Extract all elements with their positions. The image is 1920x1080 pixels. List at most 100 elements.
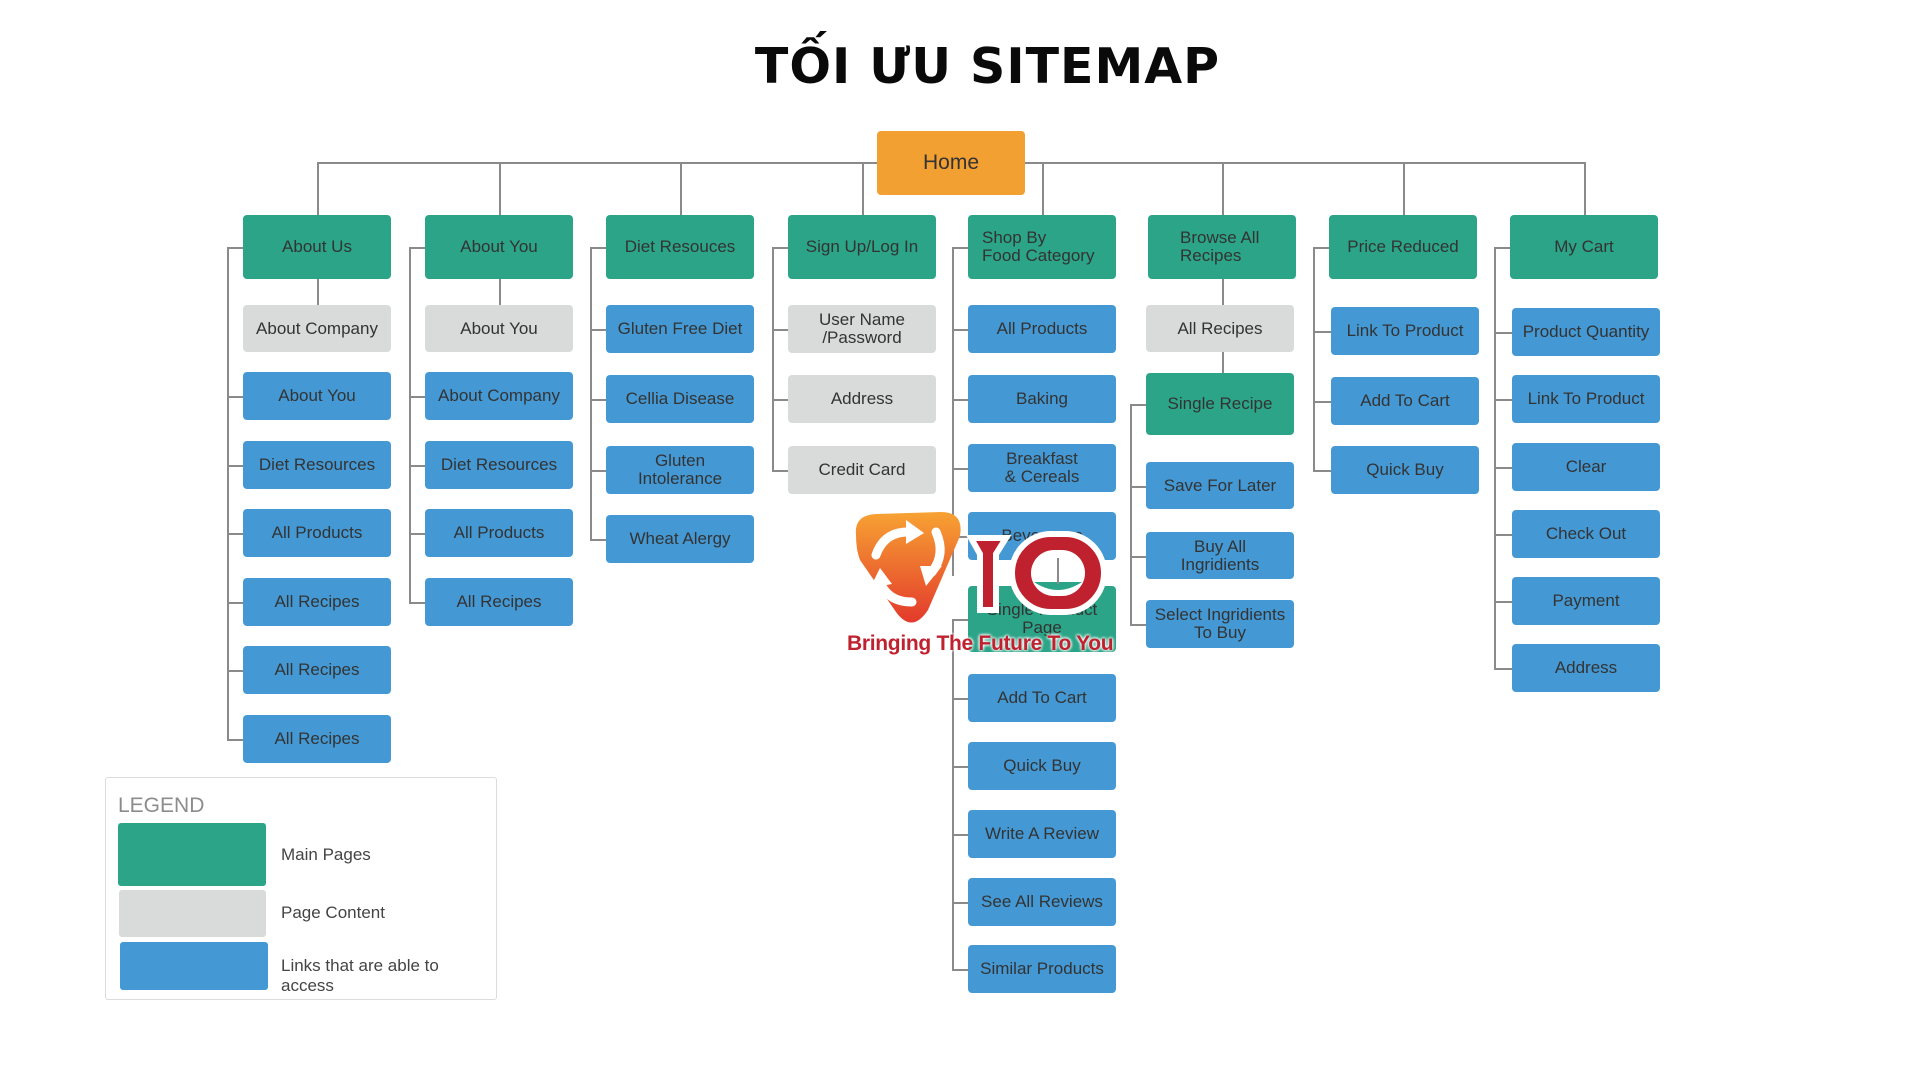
node-label: All Recipes (1177, 318, 1263, 338)
legend-title: LEGEND (118, 794, 205, 817)
link-node[interactable]: All Recipes (243, 715, 391, 763)
main-page-8[interactable]: My Cart (1510, 215, 1658, 279)
page-title: TỐI ƯU SITEMAP (754, 38, 1221, 95)
main-page-label: My Cart (1554, 237, 1614, 256)
child-connector (590, 470, 606, 472)
child-connector (227, 602, 243, 604)
main-page-7[interactable]: Price Reduced (1329, 215, 1477, 279)
column-drop-connector (1222, 162, 1224, 215)
main-page-label: Shop By Food Category (982, 228, 1095, 265)
link-node[interactable]: Gluten Intolerance (606, 446, 754, 494)
link-node[interactable]: Add To Cart (1331, 377, 1479, 425)
link-node[interactable]: See All Reviews (968, 878, 1116, 926)
link-node[interactable]: Wheat Alergy (606, 515, 754, 563)
link-node[interactable]: Quick Buy (968, 742, 1116, 790)
bracket-line (1130, 404, 1146, 406)
link-node[interactable]: About You (243, 372, 391, 420)
child-connector (1494, 601, 1512, 603)
column-drop-connector (680, 162, 682, 215)
link-node[interactable]: Address (1512, 644, 1660, 692)
link-node[interactable]: Link To Product (1512, 375, 1660, 423)
child-connector (227, 533, 243, 535)
link-node[interactable]: Beverages (968, 512, 1116, 560)
node-label: Address (1554, 658, 1618, 677)
link-node[interactable]: Product Quantity (1512, 308, 1660, 356)
link-node[interactable]: All Recipes (243, 578, 391, 626)
main-page-6[interactable]: Browse All Recipes (1148, 215, 1296, 279)
link-node[interactable]: All Recipes (425, 578, 573, 626)
link-node[interactable]: Write A Review (968, 810, 1116, 858)
child-connector (227, 670, 243, 672)
child-connector (952, 698, 968, 700)
child-connector (772, 399, 788, 401)
link-node[interactable]: Gluten Free Diet (606, 305, 754, 353)
link-node[interactable]: Cellia Disease (606, 375, 754, 423)
node-label: Add To Cart (1360, 391, 1450, 410)
child-connector (952, 766, 968, 768)
node-label: All Recipes (274, 592, 360, 611)
link-node[interactable]: Breakfast & Cereals (968, 444, 1116, 492)
link-node[interactable]: Select Ingridients To Buy (1146, 600, 1294, 648)
node-label: Link To Product (1527, 389, 1645, 408)
legend-label-links: Links that are able to access (281, 956, 439, 995)
main-page-3[interactable]: Diet Resouces (606, 215, 754, 279)
child-connector (1313, 401, 1331, 403)
link-node[interactable]: Quick Buy (1331, 446, 1479, 494)
node-label: Diet Resources (440, 455, 558, 474)
bracket-line (227, 247, 243, 249)
child-connector (227, 465, 243, 467)
link-node[interactable]: Save For Later (1146, 462, 1294, 509)
content-node[interactable]: Credit Card (788, 446, 936, 494)
node-label: About Company (256, 318, 378, 338)
link-node[interactable]: All Products (968, 305, 1116, 353)
legend-swatch-main-pages (118, 823, 266, 886)
node-label: About Company (438, 386, 560, 405)
link-node[interactable]: Buy All Ingridients (1146, 532, 1294, 579)
node-label: Credit Card (818, 460, 906, 479)
link-node[interactable]: All Recipes (243, 646, 391, 694)
child-connector (409, 533, 425, 535)
main-page-2[interactable]: About You (425, 215, 573, 279)
main-page-node[interactable]: Single Recipe (1146, 373, 1294, 435)
node-label: Breakfast & Cereals (1004, 449, 1080, 486)
content-node[interactable]: All Recipes (1146, 305, 1294, 352)
bracket-line (952, 619, 968, 621)
child-connector (590, 329, 606, 331)
child-connector (1313, 470, 1331, 472)
content-node[interactable]: User Name /Password (788, 305, 936, 353)
home-node[interactable]: Home (877, 131, 1025, 195)
link-node[interactable]: Link To Product (1331, 307, 1479, 355)
link-node[interactable]: About Company (425, 372, 573, 420)
content-node[interactable]: Address (788, 375, 936, 423)
main-page-label: Browse All Recipes (1180, 228, 1260, 265)
watermark-tagline: Bringing The Future To You (847, 632, 1114, 655)
node-label: All Recipes (456, 592, 542, 611)
link-node[interactable]: Clear (1512, 443, 1660, 491)
bracket-line (1130, 404, 1132, 626)
child-connector (1494, 668, 1512, 670)
node-label: All Products (453, 523, 545, 542)
main-page-5[interactable]: Shop By Food Category (968, 215, 1116, 279)
main-page-4[interactable]: Sign Up/Log In (788, 215, 936, 279)
node-label: Buy All Ingridients (1180, 536, 1260, 574)
home-label: Home (922, 151, 980, 174)
link-node[interactable]: All Products (425, 509, 573, 557)
node-label: Payment (1552, 591, 1620, 610)
link-node[interactable]: Payment (1512, 577, 1660, 625)
content-node[interactable]: About Company (243, 305, 391, 352)
bracket-line (952, 247, 954, 576)
node-label: All Recipes (274, 729, 360, 748)
main-page-label: About You (460, 237, 538, 256)
link-node[interactable]: Diet Resources (243, 441, 391, 489)
main-page-1[interactable]: About Us (243, 215, 391, 279)
link-node[interactable]: Check Out (1512, 510, 1660, 558)
link-node[interactable]: All Products (243, 509, 391, 557)
link-node[interactable]: Diet Resources (425, 441, 573, 489)
child-connector (952, 468, 968, 470)
link-node[interactable]: Add To Cart (968, 674, 1116, 722)
content-node[interactable]: About You (425, 305, 573, 352)
bracket-line (1494, 247, 1510, 249)
link-node[interactable]: Baking (968, 375, 1116, 423)
child-connector (1222, 279, 1224, 305)
link-node[interactable]: Similar Products (968, 945, 1116, 993)
